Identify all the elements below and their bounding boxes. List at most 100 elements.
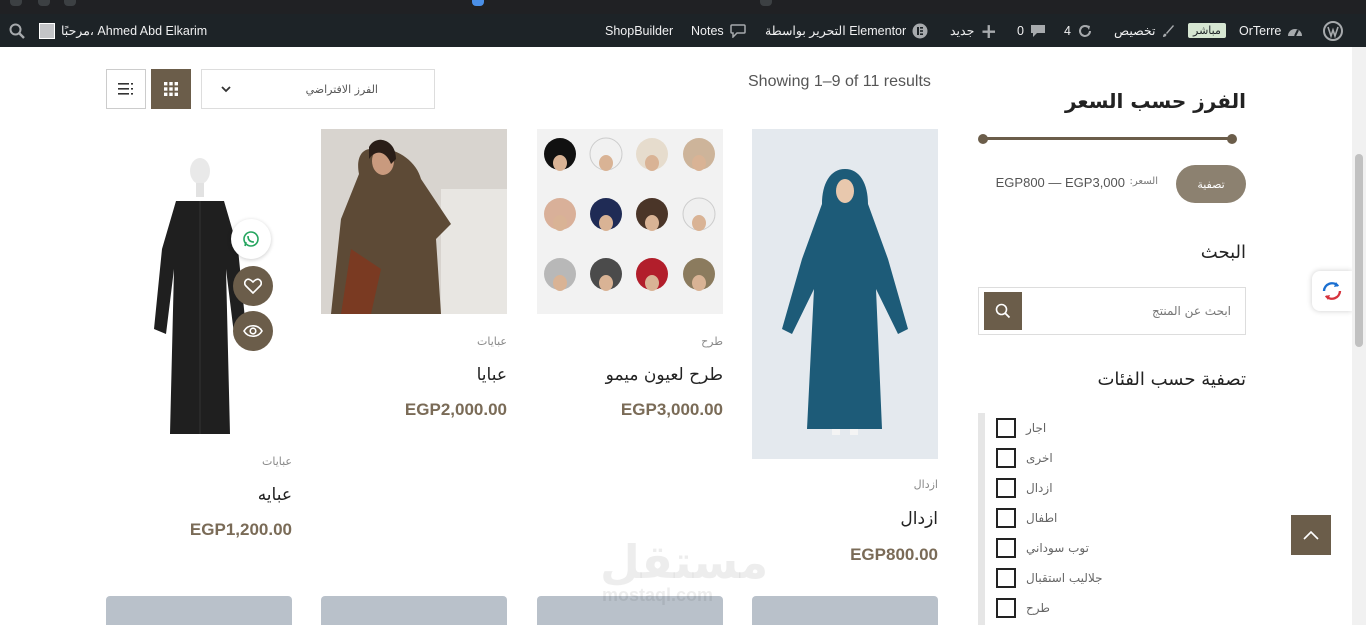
updates-icon bbox=[1078, 24, 1091, 37]
category-label: ازدال bbox=[1026, 481, 1053, 495]
search-icon bbox=[995, 303, 1011, 319]
product-card-next-row[interactable] bbox=[106, 596, 292, 625]
product-title[interactable]: عبايا bbox=[477, 365, 507, 385]
product-category[interactable]: ازدال bbox=[914, 478, 938, 491]
product-card[interactable]: ازدال ازدال EGP800.00 bbox=[752, 129, 938, 579]
product-price: EGP2,000.00 bbox=[404, 400, 507, 419]
categories-scrollbar[interactable] bbox=[978, 413, 985, 625]
plus-icon: + bbox=[980, 18, 998, 43]
product-category[interactable]: عبايات bbox=[262, 455, 292, 468]
search-submit-button[interactable] bbox=[984, 292, 1022, 330]
updates-count: 4 bbox=[1064, 23, 1071, 38]
category-label: اخرى bbox=[1026, 451, 1053, 465]
category-checkbox[interactable] bbox=[996, 448, 1016, 468]
scroll-to-top-button[interactable] bbox=[1291, 515, 1331, 555]
whatsapp-button[interactable] bbox=[231, 219, 271, 259]
filter-button[interactable]: تصفية bbox=[1176, 165, 1246, 203]
admin-search[interactable] bbox=[9, 14, 25, 47]
slider-handle-max[interactable] bbox=[1227, 133, 1237, 144]
product-card-next-row[interactable] bbox=[752, 596, 938, 625]
notes-label: Notes bbox=[691, 23, 724, 38]
tab-indicator bbox=[472, 0, 484, 6]
grid-icon bbox=[164, 82, 178, 96]
category-item[interactable]: اطفال bbox=[996, 503, 1246, 533]
product-search-input[interactable] bbox=[1025, 288, 1245, 334]
comments-link[interactable]: 0 bbox=[1017, 14, 1046, 47]
category-checkbox[interactable] bbox=[996, 478, 1016, 498]
slider-handle-min[interactable] bbox=[978, 133, 988, 144]
product-category[interactable]: طرح bbox=[701, 335, 723, 348]
search-icon bbox=[9, 23, 25, 39]
search-title: البحث bbox=[1200, 242, 1246, 263]
category-item[interactable]: اجار bbox=[996, 413, 1246, 443]
watermark: مستقل bbox=[600, 535, 769, 589]
product-title[interactable]: عبايه bbox=[258, 485, 292, 505]
customize-link[interactable]: تخصيص bbox=[1114, 14, 1175, 47]
category-item[interactable]: ازدال bbox=[996, 473, 1246, 503]
category-label: اطفال bbox=[1026, 511, 1058, 525]
grid-view-button[interactable] bbox=[151, 69, 191, 109]
account-menu[interactable]: مرحبًا، Ahmed Abd Elkarim bbox=[39, 14, 207, 47]
quick-view-button[interactable] bbox=[233, 311, 273, 351]
watermark-url: mostaql.com bbox=[602, 585, 714, 605]
category-label: طرح bbox=[1026, 601, 1050, 615]
product-card[interactable]: عبايات عبايا EGP2,000.00 bbox=[321, 129, 507, 429]
category-label: جلاليب استقبال bbox=[1026, 571, 1103, 585]
product-title[interactable]: ازدال bbox=[900, 509, 938, 529]
refresh-widget[interactable] bbox=[1312, 271, 1352, 311]
scrollbar-thumb[interactable] bbox=[1355, 154, 1363, 347]
eye-icon bbox=[243, 324, 263, 338]
price-range-value: EGP800 — EGP3,000 bbox=[995, 175, 1125, 190]
shopbuilder-label: ShopBuilder bbox=[605, 23, 674, 38]
new-label: جديد bbox=[950, 24, 975, 38]
product-image[interactable] bbox=[537, 129, 723, 314]
category-checkbox[interactable] bbox=[996, 598, 1016, 618]
price-prefix: السعر: bbox=[1129, 176, 1158, 187]
product-image[interactable] bbox=[752, 129, 938, 459]
category-checkbox[interactable] bbox=[996, 538, 1016, 558]
new-content-link[interactable]: جديد + bbox=[950, 14, 997, 47]
category-checkbox[interactable] bbox=[996, 508, 1016, 528]
tab-indicator bbox=[760, 0, 772, 6]
site-name: OrTerre bbox=[1239, 23, 1282, 38]
speech-bubble-icon bbox=[729, 23, 746, 38]
product-category[interactable]: عبايات bbox=[477, 335, 507, 348]
list-view-button[interactable] bbox=[106, 69, 146, 109]
product-price: EGP800.00 bbox=[850, 545, 938, 564]
category-item[interactable]: توب سوداني bbox=[996, 533, 1246, 563]
customize-label: تخصيص bbox=[1114, 24, 1156, 38]
tab-indicator bbox=[64, 0, 76, 6]
chevron-up-icon bbox=[1303, 530, 1319, 540]
category-item[interactable]: اخرى bbox=[996, 443, 1246, 473]
product-price: EGP3,000.00 bbox=[620, 400, 723, 419]
category-checkbox[interactable] bbox=[996, 418, 1016, 438]
whatsapp-icon bbox=[243, 231, 259, 247]
live-badge: مباشر bbox=[1188, 14, 1226, 47]
tab-indicator bbox=[10, 0, 22, 6]
product-title[interactable]: طرح لعيون ميمو bbox=[606, 365, 723, 385]
product-card[interactable]: طرح طرح لعيون ميمو EGP3,000.00 bbox=[537, 129, 723, 429]
updates-link[interactable]: 4 bbox=[1064, 14, 1093, 47]
wishlist-button[interactable] bbox=[233, 266, 273, 306]
product-card-next-row[interactable] bbox=[321, 596, 507, 625]
admin-bar: OrTerre مباشر تخصيص 4 0 جديد + التحرير ب… bbox=[0, 14, 1366, 47]
category-checkbox[interactable] bbox=[996, 568, 1016, 588]
page-scrollbar[interactable] bbox=[1352, 47, 1366, 625]
elementor-icon bbox=[912, 23, 928, 38]
category-item[interactable]: جلاليب استقبال bbox=[996, 563, 1246, 593]
site-name-menu[interactable]: OrTerre bbox=[1239, 14, 1303, 47]
price-filter-title: الفرز حسب السعر bbox=[1064, 89, 1246, 113]
product-image[interactable] bbox=[321, 129, 507, 314]
category-item[interactable]: طرح bbox=[996, 593, 1246, 623]
categories-title: تصفية حسب الفئات bbox=[1097, 369, 1246, 390]
wordpress-menu[interactable] bbox=[1323, 14, 1343, 47]
notes-link[interactable]: Notes bbox=[691, 14, 746, 47]
elementor-edit-link[interactable]: التحرير بواسطة Elementor bbox=[765, 14, 928, 47]
shopbuilder-link[interactable]: ShopBuilder bbox=[605, 14, 673, 47]
category-label: اجار bbox=[1026, 421, 1047, 435]
product-photo bbox=[321, 129, 507, 314]
price-slider[interactable] bbox=[978, 133, 1237, 144]
product-card[interactable]: عبايات عبايه EGP1,200.00 bbox=[106, 129, 292, 569]
sort-select[interactable]: الفرز الافتراضي bbox=[201, 69, 435, 109]
chevron-down-icon bbox=[221, 86, 231, 93]
